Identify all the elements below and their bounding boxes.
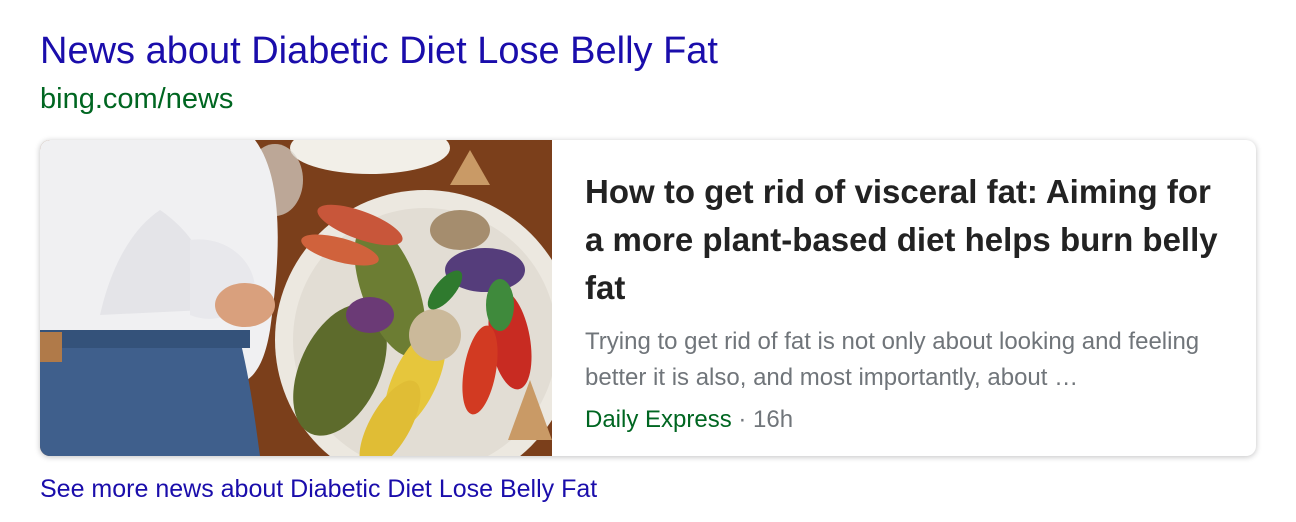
news-card-meta: Daily Express · 16h (585, 404, 1235, 436)
see-more-news-link[interactable]: See more news about Diabetic Diet Lose B… (40, 472, 597, 506)
news-heading-link[interactable]: News about Diabetic Diet Lose Belly Fat (40, 28, 718, 74)
article-age: 16h (753, 406, 794, 433)
source-url: bing.com/news (40, 83, 234, 115)
news-card[interactable]: How to get rid of visceral fat: Aiming f… (40, 140, 1256, 456)
publisher-name: Daily Express (585, 406, 732, 433)
news-thumbnail-image[interactable] (40, 140, 552, 456)
meta-separator: · (731, 406, 754, 433)
news-card-snippet: Trying to get rid of fat is not only abo… (585, 328, 1200, 391)
news-card-title[interactable]: How to get rid of visceral fat: Aiming f… (585, 168, 1235, 312)
news-card-body: How to get rid of visceral fat: Aiming f… (585, 168, 1235, 436)
